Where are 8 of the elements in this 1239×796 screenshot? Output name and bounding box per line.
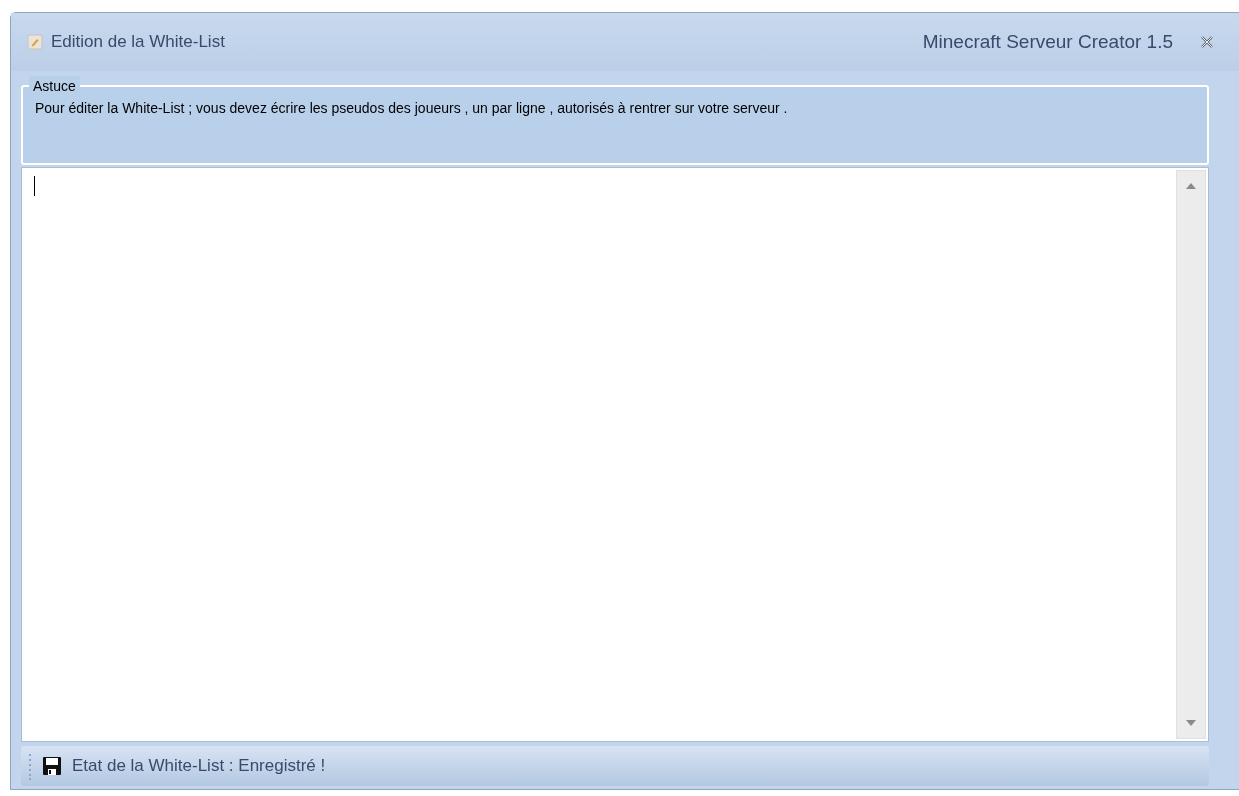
close-icon [1200,36,1214,48]
status-text: Etat de la White-List : Enregistré ! [72,755,326,778]
pencil-icon [27,34,43,50]
close-button[interactable] [1199,34,1215,50]
app-name: Minecraft Serveur Creator 1.5 [922,29,1173,54]
tip-text: Pour éditer la White-List ; vous devez écrire les pseudos des joueurs , un par ligne , autorisés à rentrer sur votre serveur . [35,99,789,118]
window-title: Edition de la White-List [51,31,225,54]
grip-icon [29,752,32,780]
